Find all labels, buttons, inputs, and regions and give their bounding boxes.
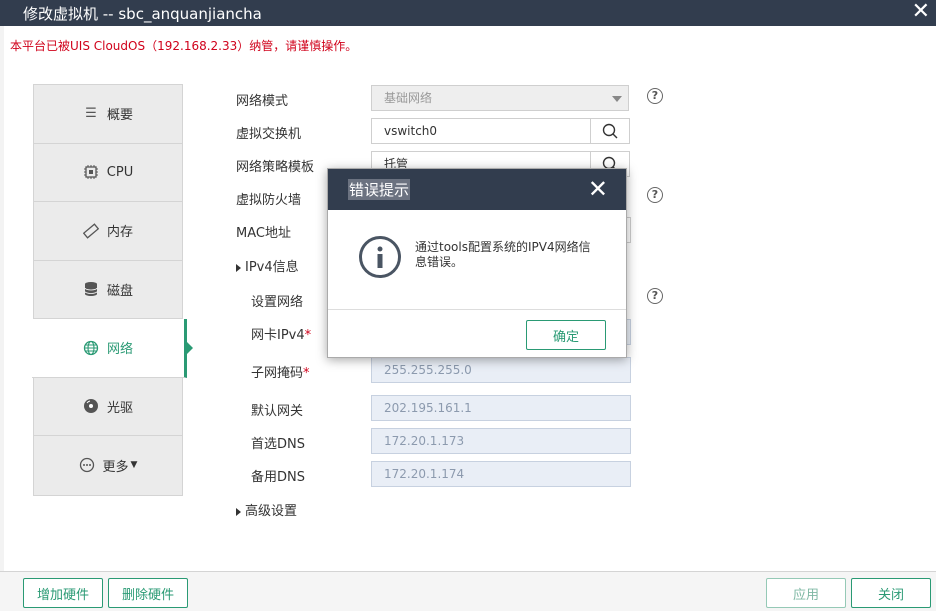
dialog-title: 错误提示 bbox=[348, 179, 411, 200]
advanced-settings-toggle[interactable]: 高级设置 bbox=[236, 500, 297, 519]
dns-secondary-input[interactable]: 172.20.1.174 bbox=[371, 461, 631, 487]
policy-template-label: 网络策略模板 bbox=[236, 160, 315, 175]
network-mode-value: 基础网络 bbox=[384, 91, 433, 105]
managed-warning: 本平台已被UIS CloudOS（192.168.2.33）纳管，请谨慎操作。 bbox=[10, 39, 358, 53]
search-icon bbox=[602, 123, 618, 139]
nav-item-label: 更多 bbox=[102, 459, 129, 475]
gateway-label: 默认网关 bbox=[251, 404, 304, 419]
nav-item-label: 内存 bbox=[106, 225, 133, 241]
nav-item-label: 光驱 bbox=[106, 400, 133, 416]
remove-hardware-button[interactable]: 删除硬件 bbox=[108, 578, 188, 608]
apply-button[interactable]: 应用 bbox=[766, 578, 846, 608]
chevron-down-icon bbox=[612, 96, 622, 102]
close-icon[interactable]: ✕ bbox=[588, 175, 608, 203]
add-hardware-button[interactable]: 增加硬件 bbox=[23, 578, 103, 608]
subnet-mask-label: 子网掩码* bbox=[251, 366, 310, 381]
list-icon: ☰ bbox=[85, 106, 97, 122]
window-title: 修改虚拟机 -- sbc_anquanjiancha bbox=[23, 5, 262, 23]
gateway-input[interactable]: 202.195.161.1 bbox=[371, 395, 631, 421]
dns-secondary-label: 备用DNS bbox=[251, 470, 305, 485]
expand-icon bbox=[236, 263, 241, 272]
nav-item-label: CPU bbox=[106, 164, 134, 180]
left-edge bbox=[0, 26, 4, 571]
dns-primary-input[interactable]: 172.20.1.173 bbox=[371, 428, 631, 454]
nav-item-summary[interactable]: ☰ 概要 bbox=[34, 85, 182, 144]
ipv4-section-toggle[interactable]: IPv4信息 bbox=[236, 256, 299, 275]
nav-item-memory[interactable]: 内存 bbox=[34, 202, 182, 261]
mac-label: MAC地址 bbox=[236, 226, 291, 241]
vswitch-search-button[interactable] bbox=[590, 118, 630, 144]
set-network-label: 设置网络 bbox=[251, 295, 304, 310]
info-icon bbox=[359, 236, 401, 278]
globe-icon bbox=[83, 340, 99, 356]
subnet-mask-input[interactable]: 255.255.255.0 bbox=[371, 357, 631, 383]
ok-button[interactable]: 确定 bbox=[526, 320, 606, 350]
dialog-message: 通过tools配置系统的IPV4网络信息错误。 bbox=[415, 240, 591, 269]
vswitch-label: 虚拟交换机 bbox=[236, 127, 302, 142]
nav-item-more[interactable]: 更多 ▼ bbox=[34, 436, 182, 495]
nav-item-label: 网络 bbox=[106, 342, 133, 358]
firewall-label: 虚拟防火墙 bbox=[236, 193, 302, 208]
close-button[interactable]: 关闭 bbox=[851, 578, 931, 608]
memory-icon bbox=[82, 223, 99, 239]
nav-item-label: 磁盘 bbox=[106, 283, 133, 299]
vswitch-input[interactable]: vswitch0 bbox=[371, 118, 591, 144]
expand-icon bbox=[236, 507, 241, 516]
help-icon[interactable]: ? bbox=[647, 88, 663, 104]
nic-ipv4-label: 网卡IPv4* bbox=[251, 328, 312, 343]
dialog-body: 通过tools配置系统的IPV4网络信息错误。 bbox=[328, 210, 626, 310]
cpu-icon bbox=[83, 164, 99, 180]
cdrom-icon bbox=[83, 398, 99, 414]
nav-item-network[interactable]: 网络 bbox=[32, 319, 193, 378]
network-mode-select[interactable]: 基础网络 bbox=[371, 85, 629, 111]
help-icon[interactable]: ? bbox=[647, 288, 663, 304]
close-icon[interactable]: ✕ bbox=[912, 0, 930, 24]
nav-item-label: 概要 bbox=[106, 108, 133, 124]
hardware-nav: ☰ 概要 CPU 内存 磁盘 网络 光驱 更多 ▼ bbox=[32, 84, 193, 496]
network-mode-label: 网络模式 bbox=[236, 94, 289, 109]
nav-item-disk[interactable]: 磁盘 bbox=[34, 261, 182, 319]
nav-item-cdrom[interactable]: 光驱 bbox=[34, 378, 182, 436]
disk-icon bbox=[83, 281, 99, 297]
help-icon[interactable]: ? bbox=[647, 187, 663, 203]
error-dialog: 错误提示 ✕ 通过tools配置系统的IPV4网络信息错误。 确定 bbox=[327, 168, 627, 358]
chevron-down-icon: ▼ bbox=[130, 460, 138, 471]
dns-primary-label: 首选DNS bbox=[251, 437, 305, 452]
more-icon bbox=[79, 457, 95, 473]
window-titlebar: 修改虚拟机 -- sbc_anquanjiancha ✕ bbox=[0, 0, 936, 26]
dialog-header: 错误提示 ✕ bbox=[328, 169, 626, 210]
nav-item-cpu[interactable]: CPU bbox=[34, 144, 182, 202]
